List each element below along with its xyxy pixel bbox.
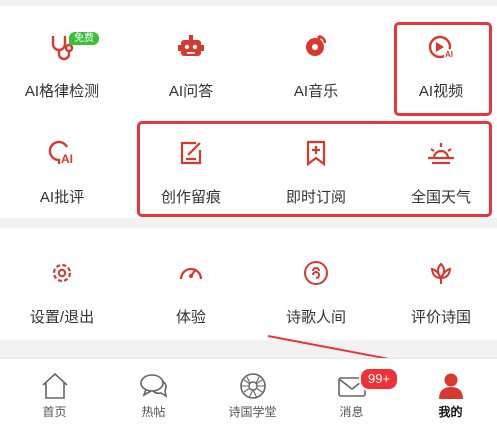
free-badge: 免费 (69, 32, 99, 45)
settings-logout-label: 设置/退出 (29, 309, 95, 326)
tab-mine-label: 我的 (438, 405, 463, 419)
message-count-badge: 99+ (359, 367, 400, 391)
poetry-world-label: 诗歌人间 (285, 309, 346, 326)
tab-home[interactable]: 首页 (5, 359, 104, 432)
tab-academy-label: 诗国学堂 (228, 405, 277, 419)
ai-meter-check-item[interactable]: 免费 AI格律检测 (0, 32, 124, 101)
swirl-circle-icon (304, 261, 328, 285)
tab-messages-label: 消息 (339, 405, 364, 419)
brain-ai-icon: AI (48, 140, 73, 166)
gear-icon (52, 263, 72, 283)
ai-music-item[interactable]: AI音乐 (254, 32, 378, 101)
svg-text:AI: AI (61, 152, 73, 166)
robot-icon (178, 35, 204, 56)
settings-logout-item[interactable]: 设置/退出 (0, 258, 124, 327)
tab-home-label: 首页 (42, 405, 67, 419)
aperture-icon (239, 373, 266, 399)
experience-item[interactable]: 体验 (129, 258, 253, 327)
chat-bubbles-icon (139, 374, 167, 398)
rate-app-label: 评价诗国 (410, 309, 471, 326)
ai-meter-check-label: AI格律检测 (24, 83, 100, 100)
poetry-world-item[interactable]: 诗歌人间 (254, 258, 378, 327)
lotus-icon (430, 262, 452, 284)
highlight-box-feature-row (137, 121, 492, 217)
speedometer-icon (179, 267, 203, 280)
ai-critique-label: AI批评 (39, 189, 85, 206)
music-note-icon (306, 34, 327, 56)
ai-music-label: AI音乐 (293, 83, 339, 100)
tab-hot-posts[interactable]: 热帖 (104, 359, 203, 432)
tab-academy[interactable]: 诗国学堂 (203, 359, 302, 432)
tab-messages[interactable]: 99+ 消息 (302, 359, 401, 432)
person-icon (438, 373, 463, 399)
ai-critique-item[interactable]: AI AI批评 (0, 138, 124, 207)
bottom-tab-bar: 首页 热帖 诗国学堂 99+ 消息 我的 (0, 358, 497, 432)
home-icon (41, 372, 68, 399)
tab-mine[interactable]: 我的 (401, 359, 497, 432)
ai-qa-label: AI问答 (168, 83, 214, 100)
experience-label: 体验 (175, 309, 206, 326)
ai-qa-item[interactable]: AI问答 (129, 32, 253, 101)
tab-hot-posts-label: 热帖 (141, 405, 166, 419)
rate-app-item[interactable]: 评价诗国 (379, 258, 497, 327)
highlight-box-ai-video (394, 22, 492, 116)
